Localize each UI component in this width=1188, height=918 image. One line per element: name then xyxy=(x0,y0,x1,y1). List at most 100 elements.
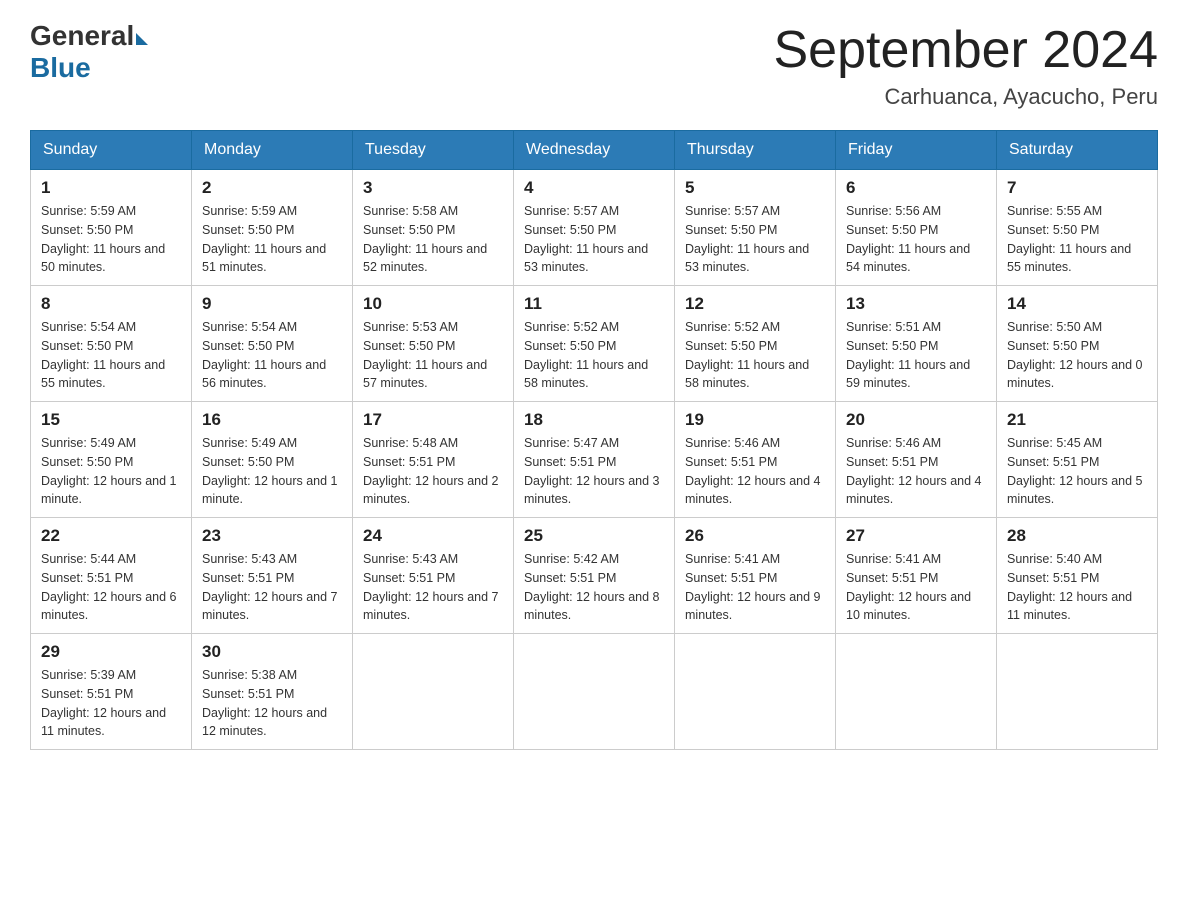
daylight-label: Daylight: 11 hours and 58 minutes. xyxy=(685,358,809,391)
day-info: Sunrise: 5:54 AM Sunset: 5:50 PM Dayligh… xyxy=(202,318,342,393)
day-number: 7 xyxy=(1007,178,1147,198)
daylight-label: Daylight: 12 hours and 6 minutes. xyxy=(41,590,177,623)
calendar-cell: 27 Sunrise: 5:41 AM Sunset: 5:51 PM Dayl… xyxy=(836,518,997,634)
calendar-cell: 25 Sunrise: 5:42 AM Sunset: 5:51 PM Dayl… xyxy=(514,518,675,634)
sunrise-label: Sunrise: 5:52 AM xyxy=(524,320,619,334)
sunrise-label: Sunrise: 5:50 AM xyxy=(1007,320,1102,334)
calendar-cell: 17 Sunrise: 5:48 AM Sunset: 5:51 PM Dayl… xyxy=(353,402,514,518)
daylight-label: Daylight: 12 hours and 3 minutes. xyxy=(524,474,660,507)
daylight-label: Daylight: 12 hours and 7 minutes. xyxy=(202,590,338,623)
sunset-label: Sunset: 5:50 PM xyxy=(363,223,455,237)
day-info: Sunrise: 5:51 AM Sunset: 5:50 PM Dayligh… xyxy=(846,318,986,393)
day-number: 13 xyxy=(846,294,986,314)
sunrise-label: Sunrise: 5:51 AM xyxy=(846,320,941,334)
sunset-label: Sunset: 5:50 PM xyxy=(685,223,777,237)
sunset-label: Sunset: 5:51 PM xyxy=(363,455,455,469)
daylight-label: Daylight: 11 hours and 51 minutes. xyxy=(202,242,326,275)
sunrise-label: Sunrise: 5:41 AM xyxy=(685,552,780,566)
logo-general-text: General xyxy=(30,20,148,52)
day-number: 9 xyxy=(202,294,342,314)
calendar-cell: 5 Sunrise: 5:57 AM Sunset: 5:50 PM Dayli… xyxy=(675,170,836,286)
day-number: 29 xyxy=(41,642,181,662)
day-number: 14 xyxy=(1007,294,1147,314)
sunset-label: Sunset: 5:50 PM xyxy=(41,339,133,353)
calendar-cell: 20 Sunrise: 5:46 AM Sunset: 5:51 PM Dayl… xyxy=(836,402,997,518)
calendar-cell: 6 Sunrise: 5:56 AM Sunset: 5:50 PM Dayli… xyxy=(836,170,997,286)
day-number: 16 xyxy=(202,410,342,430)
calendar-header-row: SundayMondayTuesdayWednesdayThursdayFrid… xyxy=(31,131,1158,170)
day-info: Sunrise: 5:43 AM Sunset: 5:51 PM Dayligh… xyxy=(202,550,342,625)
calendar-cell: 24 Sunrise: 5:43 AM Sunset: 5:51 PM Dayl… xyxy=(353,518,514,634)
day-header-saturday: Saturday xyxy=(997,131,1158,170)
sunset-label: Sunset: 5:51 PM xyxy=(202,687,294,701)
day-info: Sunrise: 5:56 AM Sunset: 5:50 PM Dayligh… xyxy=(846,202,986,277)
calendar-cell: 29 Sunrise: 5:39 AM Sunset: 5:51 PM Dayl… xyxy=(31,634,192,750)
sunrise-label: Sunrise: 5:38 AM xyxy=(202,668,297,682)
daylight-label: Daylight: 11 hours and 55 minutes. xyxy=(1007,242,1131,275)
day-info: Sunrise: 5:43 AM Sunset: 5:51 PM Dayligh… xyxy=(363,550,503,625)
day-info: Sunrise: 5:40 AM Sunset: 5:51 PM Dayligh… xyxy=(1007,550,1147,625)
sunrise-label: Sunrise: 5:55 AM xyxy=(1007,204,1102,218)
calendar-cell: 18 Sunrise: 5:47 AM Sunset: 5:51 PM Dayl… xyxy=(514,402,675,518)
calendar-cell: 2 Sunrise: 5:59 AM Sunset: 5:50 PM Dayli… xyxy=(192,170,353,286)
sunrise-label: Sunrise: 5:39 AM xyxy=(41,668,136,682)
sunset-label: Sunset: 5:50 PM xyxy=(685,339,777,353)
calendar-cell: 21 Sunrise: 5:45 AM Sunset: 5:51 PM Dayl… xyxy=(997,402,1158,518)
day-number: 12 xyxy=(685,294,825,314)
calendar-cell: 13 Sunrise: 5:51 AM Sunset: 5:50 PM Dayl… xyxy=(836,286,997,402)
day-header-monday: Monday xyxy=(192,131,353,170)
calendar-cell: 3 Sunrise: 5:58 AM Sunset: 5:50 PM Dayli… xyxy=(353,170,514,286)
sunset-label: Sunset: 5:50 PM xyxy=(363,339,455,353)
day-number: 25 xyxy=(524,526,664,546)
calendar-cell: 16 Sunrise: 5:49 AM Sunset: 5:50 PM Dayl… xyxy=(192,402,353,518)
week-row-5: 29 Sunrise: 5:39 AM Sunset: 5:51 PM Dayl… xyxy=(31,634,1158,750)
daylight-label: Daylight: 11 hours and 54 minutes. xyxy=(846,242,970,275)
sunset-label: Sunset: 5:51 PM xyxy=(1007,571,1099,585)
sunset-label: Sunset: 5:50 PM xyxy=(1007,223,1099,237)
day-number: 19 xyxy=(685,410,825,430)
sunrise-label: Sunrise: 5:47 AM xyxy=(524,436,619,450)
day-number: 21 xyxy=(1007,410,1147,430)
daylight-label: Daylight: 11 hours and 59 minutes. xyxy=(846,358,970,391)
calendar-cell: 14 Sunrise: 5:50 AM Sunset: 5:50 PM Dayl… xyxy=(997,286,1158,402)
day-info: Sunrise: 5:41 AM Sunset: 5:51 PM Dayligh… xyxy=(846,550,986,625)
day-number: 24 xyxy=(363,526,503,546)
daylight-label: Daylight: 12 hours and 12 minutes. xyxy=(202,706,327,739)
week-row-2: 8 Sunrise: 5:54 AM Sunset: 5:50 PM Dayli… xyxy=(31,286,1158,402)
day-number: 27 xyxy=(846,526,986,546)
day-number: 10 xyxy=(363,294,503,314)
week-row-3: 15 Sunrise: 5:49 AM Sunset: 5:50 PM Dayl… xyxy=(31,402,1158,518)
title-section: September 2024 Carhuanca, Ayacucho, Peru xyxy=(774,20,1159,110)
daylight-label: Daylight: 12 hours and 10 minutes. xyxy=(846,590,971,623)
daylight-label: Daylight: 12 hours and 5 minutes. xyxy=(1007,474,1143,507)
sunset-label: Sunset: 5:51 PM xyxy=(524,455,616,469)
calendar-cell: 7 Sunrise: 5:55 AM Sunset: 5:50 PM Dayli… xyxy=(997,170,1158,286)
sunset-label: Sunset: 5:50 PM xyxy=(41,455,133,469)
calendar-cell: 26 Sunrise: 5:41 AM Sunset: 5:51 PM Dayl… xyxy=(675,518,836,634)
day-number: 5 xyxy=(685,178,825,198)
sunrise-label: Sunrise: 5:44 AM xyxy=(41,552,136,566)
sunset-label: Sunset: 5:50 PM xyxy=(846,339,938,353)
sunrise-label: Sunrise: 5:41 AM xyxy=(846,552,941,566)
week-row-4: 22 Sunrise: 5:44 AM Sunset: 5:51 PM Dayl… xyxy=(31,518,1158,634)
sunset-label: Sunset: 5:51 PM xyxy=(846,571,938,585)
sunset-label: Sunset: 5:51 PM xyxy=(524,571,616,585)
calendar-cell: 28 Sunrise: 5:40 AM Sunset: 5:51 PM Dayl… xyxy=(997,518,1158,634)
sunset-label: Sunset: 5:51 PM xyxy=(41,571,133,585)
sunrise-label: Sunrise: 5:48 AM xyxy=(363,436,458,450)
day-number: 23 xyxy=(202,526,342,546)
calendar-table: SundayMondayTuesdayWednesdayThursdayFrid… xyxy=(30,130,1158,750)
calendar-cell: 4 Sunrise: 5:57 AM Sunset: 5:50 PM Dayli… xyxy=(514,170,675,286)
sunrise-label: Sunrise: 5:43 AM xyxy=(363,552,458,566)
day-number: 3 xyxy=(363,178,503,198)
calendar-cell xyxy=(997,634,1158,750)
day-info: Sunrise: 5:54 AM Sunset: 5:50 PM Dayligh… xyxy=(41,318,181,393)
day-info: Sunrise: 5:57 AM Sunset: 5:50 PM Dayligh… xyxy=(685,202,825,277)
daylight-label: Daylight: 11 hours and 57 minutes. xyxy=(363,358,487,391)
calendar-cell: 9 Sunrise: 5:54 AM Sunset: 5:50 PM Dayli… xyxy=(192,286,353,402)
sunset-label: Sunset: 5:51 PM xyxy=(846,455,938,469)
sunrise-label: Sunrise: 5:49 AM xyxy=(41,436,136,450)
day-number: 6 xyxy=(846,178,986,198)
daylight-label: Daylight: 12 hours and 7 minutes. xyxy=(363,590,499,623)
calendar-cell: 10 Sunrise: 5:53 AM Sunset: 5:50 PM Dayl… xyxy=(353,286,514,402)
